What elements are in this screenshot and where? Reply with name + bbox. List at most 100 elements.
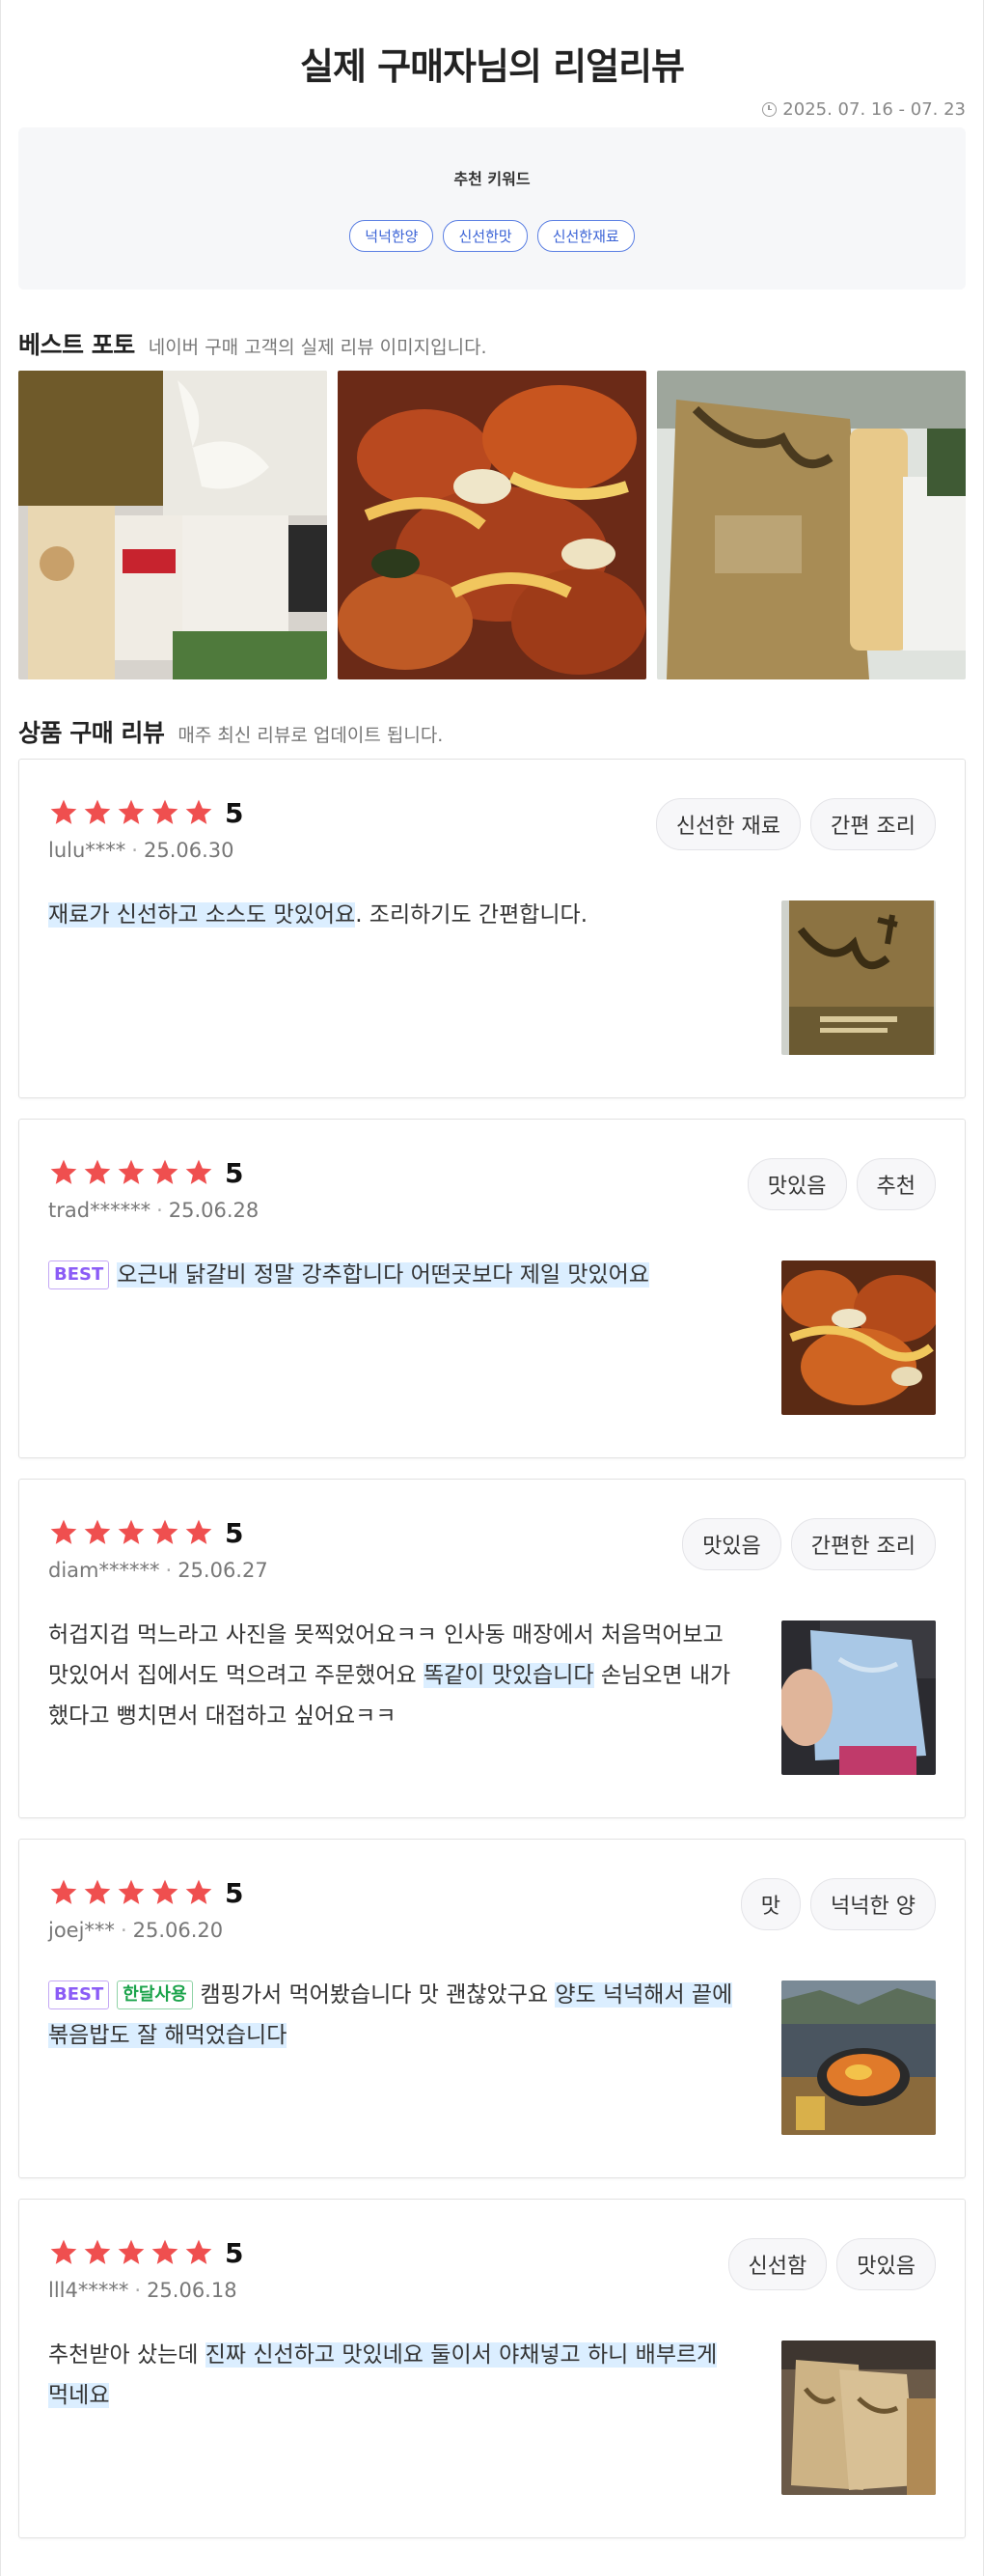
- best-photo-cooking[interactable]: [338, 371, 646, 679]
- recommended-keywords-box: 추천 키워드 넉넉한양 신선한맛 신선한재료: [18, 127, 966, 290]
- review-tag[interactable]: 넉넉한 양: [810, 1878, 936, 1930]
- review-content: 허겁지겁 먹느라고 사진을 못찍었어요ㅋㅋ 인사동 매장에서 처음먹어보고 맛있…: [48, 1615, 743, 1736]
- review-tags: 맛있음 추천: [747, 1158, 936, 1210]
- best-photo-header: 베스트 포토 네이버 구매 고객의 실제 리뷰 이미지입니다.: [18, 326, 966, 359]
- review-score: 5: [225, 1156, 244, 1189]
- review-content: BEST 오근내 닭갈비 정말 강추합니다 어떤곳보다 제일 맛있어요: [48, 1255, 743, 1295]
- review-date: 25.06.18: [147, 2279, 237, 2302]
- review-tag[interactable]: 맛: [740, 1878, 802, 1930]
- review-tags: 신선함 맛있음: [727, 2238, 936, 2290]
- star-icon: [84, 1519, 111, 1544]
- highlighted-text: 똑같이 맛있습니다: [423, 1663, 594, 1688]
- star-icon: [185, 1519, 212, 1544]
- highlighted-text: 오근내 닭갈비 정말 강추합니다 어떤곳보다 제일 맛있어요: [117, 1262, 649, 1288]
- review-tags: 맛 넉넉한 양: [740, 1878, 936, 1930]
- page-title: 실제 구매자님의 리얼리뷰: [299, 45, 685, 88]
- star-icon: [84, 2239, 111, 2264]
- best-badge: BEST: [48, 1980, 110, 2009]
- star-icon: [185, 799, 212, 824]
- review-date: 25.06.28: [168, 1199, 260, 1222]
- review-score: 5: [225, 1516, 244, 1549]
- star-icon: [50, 1519, 77, 1544]
- best-photo-desc: 네이버 구매 고객의 실제 리뷰 이미지입니다.: [148, 337, 487, 358]
- star-icon: [118, 2239, 145, 2264]
- review-card: 5 lulu**** · 25.06.30 신선한 재료 간편 조리 재료가 신선하…: [18, 759, 966, 1098]
- best-photo-grid: [18, 371, 966, 679]
- one-month-use-badge: 한달사용: [117, 1980, 193, 2009]
- keyword-chip[interactable]: 신선한맛: [443, 220, 528, 252]
- star-icon: [185, 1879, 212, 1904]
- reviewer-id: trad******: [48, 1199, 151, 1222]
- star-icon: [50, 2239, 77, 2264]
- review-score: 5: [225, 796, 244, 829]
- star-icon: [50, 799, 77, 824]
- keyword-chip[interactable]: 넉넉한양: [349, 220, 434, 252]
- review-text: 추천받아 샀는데: [48, 2342, 205, 2368]
- highlighted-text: 재료가 신선하고 소스도 맛있어요: [48, 902, 356, 928]
- best-badge: BEST: [48, 1260, 110, 1289]
- star-icon: [84, 1879, 111, 1904]
- reviewer-id: diam******: [48, 1559, 160, 1582]
- review-list: 5 lulu**** · 25.06.30 신선한 재료 간편 조리 재료가 신선하…: [18, 759, 966, 2538]
- period-text: 2025. 07. 16 - 07. 23: [782, 98, 966, 120]
- review-score: 5: [225, 1876, 244, 1909]
- review-content: 재료가 신선하고 소스도 맛있어요. 조리하기도 간편합니다.: [48, 895, 743, 935]
- review-score: 5: [225, 2236, 244, 2269]
- review-content: BEST 한달사용 캠핑가서 먹어봤습니다 맛 괜찮았구요 양도 넉넉해서 끝에 볶…: [48, 1975, 743, 2056]
- star-icon: [151, 2239, 178, 2264]
- review-date: 25.06.20: [132, 1919, 224, 1942]
- review-date: 25.06.27: [178, 1559, 268, 1582]
- review-card: 5 joej*** · 25.06.20 맛 넉넉한 양 BEST 한달사용 캠핑가서 …: [18, 1839, 966, 2178]
- review-text: . 조리하기도 간편합니다.: [355, 902, 588, 928]
- clock-icon: [762, 101, 778, 117]
- star-icon: [118, 1159, 145, 1184]
- review-photo[interactable]: [781, 1260, 936, 1415]
- review-tag[interactable]: 맛있음: [747, 1158, 847, 1210]
- review-page: 실제 구매자님의 리얼리뷰 2025. 07. 16 - 07. 23 추천 키…: [0, 0, 984, 2576]
- product-review-desc: 매주 최신 리뷰로 업데이트 됩니다.: [178, 725, 444, 746]
- star-icon: [84, 1159, 111, 1184]
- review-card: 5 lll4***** · 25.06.18 신선함 맛있음 추천받아 샀는데 진짜…: [18, 2199, 966, 2538]
- review-photo[interactable]: [781, 2341, 936, 2495]
- keywords-title: 추천 키워드: [453, 170, 531, 188]
- review-photo[interactable]: [781, 1620, 936, 1775]
- review-period: 2025. 07. 16 - 07. 23: [18, 95, 966, 124]
- best-photo-packages[interactable]: [18, 371, 327, 679]
- keyword-list: 넉넉한양 신선한맛 신선한재료: [18, 220, 966, 252]
- best-photo-title: 베스트 포토: [18, 331, 135, 359]
- product-review-header: 상품 구매 리뷰 매주 최신 리뷰로 업데이트 됩니다.: [18, 714, 966, 747]
- review-tag[interactable]: 간편한 조리: [790, 1518, 936, 1570]
- review-card: 5 diam****** · 25.06.27 맛있음 간편한 조리 허겁지겁 먹느…: [18, 1479, 966, 1818]
- review-tag[interactable]: 맛있음: [836, 2238, 936, 2290]
- star-icon: [151, 1519, 178, 1544]
- star-icon: [151, 799, 178, 824]
- reviewer-id: lulu****: [48, 839, 126, 862]
- review-tag[interactable]: 신선함: [727, 2238, 828, 2290]
- best-photo-product[interactable]: [657, 371, 966, 679]
- reviewer-id: joej***: [48, 1919, 115, 1942]
- review-tags: 맛있음 간편한 조리: [682, 1518, 936, 1570]
- star-icon: [84, 799, 111, 824]
- review-tag[interactable]: 추천: [856, 1158, 936, 1210]
- star-icon: [118, 799, 145, 824]
- star-icon: [185, 2239, 212, 2264]
- star-icon: [151, 1879, 178, 1904]
- review-tag[interactable]: 간편 조리: [810, 798, 936, 850]
- review-tag[interactable]: 맛있음: [682, 1518, 781, 1570]
- review-date: 25.06.30: [143, 839, 234, 862]
- review-photo[interactable]: [781, 1980, 936, 2135]
- review-content: 추천받아 샀는데 진짜 신선하고 맛있네요 둘이서 야채넣고 하니 배부르게 먹…: [48, 2335, 743, 2416]
- product-review-title: 상품 구매 리뷰: [18, 719, 165, 747]
- reviewer-id: lll4*****: [48, 2279, 129, 2302]
- star-icon: [118, 1879, 145, 1904]
- star-icon: [151, 1159, 178, 1184]
- star-icon: [118, 1519, 145, 1544]
- review-photo[interactable]: [781, 900, 936, 1055]
- review-tag[interactable]: 신선한 재료: [655, 798, 802, 850]
- star-icon: [185, 1159, 212, 1184]
- review-tags: 신선한 재료 간편 조리: [655, 798, 936, 850]
- star-icon: [50, 1159, 77, 1184]
- review-card: 5 trad****** · 25.06.28 맛있음 추천 BEST 오근내 닭갈비…: [18, 1119, 966, 1458]
- keyword-chip[interactable]: 신선한재료: [536, 220, 635, 252]
- star-icon: [50, 1879, 77, 1904]
